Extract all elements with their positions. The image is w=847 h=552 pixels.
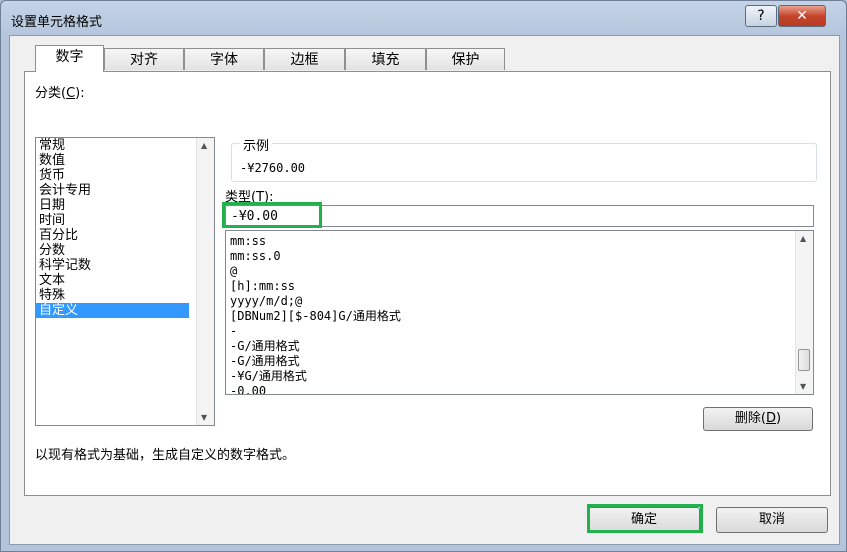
scroll-down-icon[interactable]: ▼	[201, 413, 207, 422]
list-item[interactable]: yyyy/m/d;@	[226, 294, 813, 309]
tab-protection[interactable]: 保护	[426, 48, 505, 70]
scroll-down-icon[interactable]: ▼	[800, 382, 806, 391]
cancel-button[interactable]: 取消	[716, 507, 828, 533]
list-item[interactable]: 分数	[36, 243, 214, 258]
list-item[interactable]: -0.00	[226, 384, 813, 394]
category-scrollbar[interactable]: ▲ ▼	[196, 138, 214, 425]
dialog-body: 数字 对齐 字体 边框 填充 保护 分类(C): 常规 数值 货币 会计专用 日…	[9, 35, 840, 545]
sample-legend: 示例	[240, 135, 273, 154]
list-item[interactable]: 数值	[36, 153, 214, 168]
list-item[interactable]: 会计专用	[36, 183, 214, 198]
ok-highlight-box	[587, 504, 703, 533]
category-list[interactable]: 常规 数值 货币 会计专用 日期 时间 百分比 分数 科学记数 文本 特殊 自定…	[35, 137, 215, 426]
dialog-title: 设置单元格格式	[11, 15, 103, 30]
type-highlight-box	[222, 202, 322, 228]
close-button[interactable]: ✕	[778, 5, 826, 27]
list-item[interactable]: [DBNum2][$-804]G/通用格式	[226, 309, 813, 324]
list-item-selected[interactable]: 自定义	[36, 303, 189, 318]
scroll-up-icon[interactable]: ▲	[201, 141, 207, 150]
tab-fill[interactable]: 填充	[345, 48, 426, 70]
list-item[interactable]: mm:ss.0	[226, 249, 813, 264]
format-code-list[interactable]: mm:ss mm:ss.0 @ [h]:mm:ss yyyy/m/d;@ [DB…	[225, 230, 814, 395]
list-item[interactable]: @	[226, 264, 813, 279]
format-description: 以现有格式为基础，生成自定义的数字格式。	[35, 448, 296, 463]
list-item[interactable]: 百分比	[36, 228, 214, 243]
list-item[interactable]: 常规	[36, 138, 214, 153]
format-cells-dialog: 设置单元格格式 ? ✕ 数字 对齐 字体 边框 填充 保护 分类(C): 常规 …	[0, 0, 847, 552]
list-item[interactable]: 日期	[36, 198, 214, 213]
list-item[interactable]: -G/通用格式	[226, 354, 813, 369]
list-item[interactable]: 科学记数	[36, 258, 214, 273]
close-icon: ✕	[796, 8, 808, 24]
tab-number[interactable]: 数字	[35, 45, 104, 72]
scroll-thumb[interactable]	[798, 349, 810, 371]
list-item[interactable]: 时间	[36, 213, 214, 228]
list-item[interactable]: -G/通用格式	[226, 339, 813, 354]
delete-button[interactable]: 删除(D)	[703, 407, 813, 431]
title-bar[interactable]: 设置单元格格式 ? ✕	[1, 1, 846, 35]
list-item[interactable]: 文本	[36, 273, 214, 288]
tab-font[interactable]: 字体	[184, 48, 264, 70]
number-tab-panel: 分类(C): 常规 数值 货币 会计专用 日期 时间 百分比 分数 科学记数 文…	[24, 71, 831, 496]
help-button[interactable]: ?	[745, 5, 777, 27]
list-item[interactable]: 货币	[36, 168, 214, 183]
sample-group: 示例 -¥2760.00	[231, 135, 817, 182]
list-item[interactable]: mm:ss	[226, 234, 813, 249]
tab-alignment[interactable]: 对齐	[104, 48, 184, 70]
list-item[interactable]: -¥G/通用格式	[226, 369, 813, 384]
list-item[interactable]: [h]:mm:ss	[226, 279, 813, 294]
scroll-up-icon[interactable]: ▲	[800, 234, 806, 243]
tab-border[interactable]: 边框	[264, 48, 345, 70]
help-icon: ?	[757, 8, 765, 24]
category-label: 分类(C):	[35, 86, 85, 101]
list-item[interactable]: 特殊	[36, 288, 214, 303]
format-scrollbar[interactable]: ▲ ▼	[795, 231, 813, 394]
list-item[interactable]: -	[226, 324, 813, 339]
sample-value: -¥2760.00	[240, 161, 306, 175]
